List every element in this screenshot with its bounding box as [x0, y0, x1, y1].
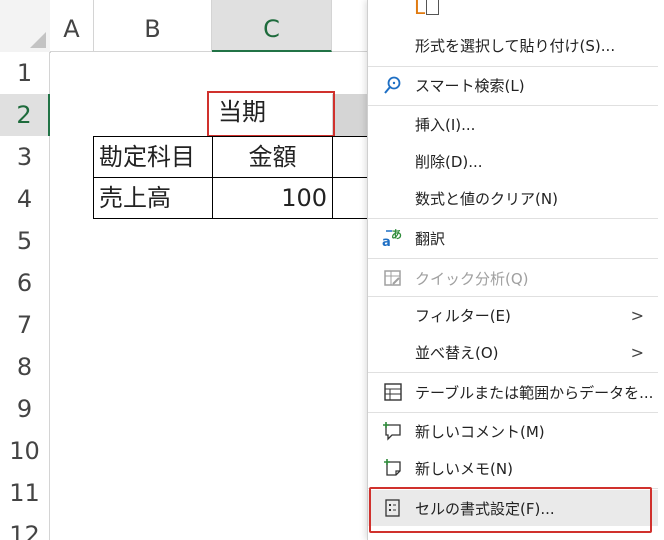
row-header-2[interactable]: 2 — [0, 94, 50, 136]
paste-option-box — [426, 0, 440, 15]
menu-item-label: 翻訳 — [415, 229, 446, 248]
smart-lookup-icon — [382, 74, 404, 96]
cell-c3[interactable]: 金額 — [212, 136, 333, 178]
menu-separator — [368, 218, 658, 219]
new-note-icon — [382, 457, 404, 479]
column-header-c[interactable]: C — [212, 0, 332, 52]
menu-item-label: スマート検索(L) — [415, 76, 525, 95]
menu-item-translate[interactable]: aあ 翻訳 — [368, 220, 658, 256]
row-header-8[interactable]: 8 — [0, 346, 50, 388]
menu-item-label: 数式と値のクリア(N) — [415, 189, 558, 208]
column-header-d[interactable] — [332, 0, 368, 52]
menu-item-quick-analysis[interactable]: クイック分析(Q) — [368, 260, 658, 296]
row-header-11[interactable]: 11 — [0, 472, 50, 514]
cell-b4[interactable]: 売上高 — [93, 177, 213, 219]
row-header-10[interactable]: 10 — [0, 430, 50, 472]
menu-item-clear-contents[interactable]: 数式と値のクリア(N) — [368, 180, 658, 216]
new-comment-icon — [382, 420, 404, 442]
menu-item-paste-special[interactable]: 形式を選択して貼り付け(S)... — [368, 27, 658, 63]
row-header-6[interactable]: 6 — [0, 262, 50, 304]
menu-item-new-comment[interactable]: 新しいコメント(M) — [368, 413, 658, 449]
paste-option-letter: L — [414, 0, 426, 19]
menu-item-new-note[interactable]: 新しいメモ(N) — [368, 450, 658, 486]
chevron-right-icon: > — [630, 305, 644, 325]
highlight-box-format-cells — [369, 487, 652, 533]
row-header-1[interactable]: 1 — [0, 52, 50, 94]
menu-separator — [368, 258, 658, 259]
row-header-9[interactable]: 9 — [0, 388, 50, 430]
cell-c4[interactable]: 100 — [212, 177, 333, 219]
menu-item-sort[interactable]: 並べ替え(O) > — [368, 334, 658, 370]
column-header-b[interactable]: B — [94, 0, 212, 52]
menu-item-label: 削除(D)... — [415, 152, 483, 171]
row-header-4[interactable]: 4 — [0, 178, 50, 220]
menu-item-smart-lookup[interactable]: スマート検索(L) — [368, 67, 658, 103]
table-icon — [382, 381, 404, 403]
menu-item-label: フィルター(E) — [415, 306, 511, 325]
menu-item-label: クイック分析(Q) — [415, 269, 529, 288]
svg-text:あ: あ — [391, 228, 402, 241]
select-all-corner[interactable] — [0, 0, 51, 53]
column-header-a[interactable]: A — [50, 0, 94, 52]
context-menu: L 形式を選択して貼り付け(S)... スマート検索(L) 挿入(I)... 削… — [367, 0, 664, 540]
row-header-3[interactable]: 3 — [0, 136, 50, 178]
row-header-12[interactable]: 12 — [0, 514, 50, 540]
cell-d3[interactable] — [332, 136, 368, 178]
selection-fill — [332, 94, 368, 136]
menu-item-delete[interactable]: 削除(D)... — [368, 143, 658, 179]
svg-text:a: a — [382, 235, 391, 249]
cell-d4[interactable] — [332, 177, 368, 219]
paste-option-icon[interactable]: L — [414, 0, 440, 19]
menu-item-insert[interactable]: 挿入(I)... — [368, 106, 658, 142]
cell-b3[interactable]: 勘定科目 — [93, 136, 213, 178]
menu-item-label: テーブルまたは範囲からデータを... — [415, 383, 654, 402]
row-header-7[interactable]: 7 — [0, 304, 50, 346]
cell-c2[interactable]: 当期 — [207, 91, 335, 137]
menu-item-label: 新しいコメント(M) — [415, 422, 545, 441]
chevron-right-icon: > — [630, 342, 644, 362]
menu-item-get-data-from-table[interactable]: テーブルまたは範囲からデータを... — [368, 374, 658, 410]
menu-item-label: 形式を選択して貼り付け(S)... — [415, 36, 616, 55]
menu-item-label: 新しいメモ(N) — [415, 459, 513, 478]
menu-item-filter[interactable]: フィルター(E) > — [368, 297, 658, 333]
menu-separator — [368, 372, 658, 373]
quick-analysis-icon — [382, 267, 404, 289]
menu-item-label: 挿入(I)... — [415, 115, 476, 134]
row-header-5[interactable]: 5 — [0, 220, 50, 262]
menu-item-label: 並べ替え(O) — [415, 343, 499, 362]
select-all-triangle-icon — [30, 32, 46, 48]
translate-icon: aあ — [382, 227, 404, 249]
